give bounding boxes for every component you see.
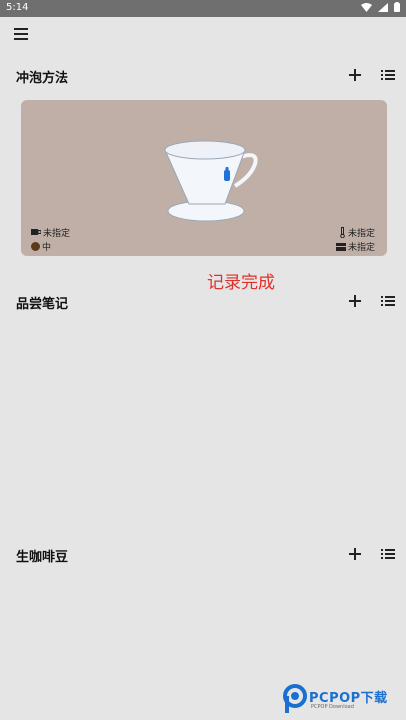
add-brew-method-plus-icon[interactable] [348,68,362,82]
green-beans-list-icon[interactable] [381,547,395,561]
cup-value: 未指定 [43,229,71,239]
battery-icon [394,2,400,12]
add-tasting-note-plus-icon[interactable] [348,294,362,308]
pcpop-logo [283,684,307,713]
coffee-cup-icon [31,228,41,235]
pcpop-watermark: PCPOP下载 PCPOP Download [282,684,402,716]
wifi-icon [361,2,372,12]
cup-meta: 未指定 [31,226,70,239]
hamburger-menu-icon[interactable] [14,28,28,42]
grind-value: 未指定 [347,243,375,253]
status-bar: 5:14 [0,0,406,17]
brew-method-card[interactable]: 未指定 中 未指定 未指定 [21,100,387,256]
pour-over-dripper-icon [164,140,258,222]
record-done-text: 记录完成 [207,273,275,293]
temperature-meta: 未指定 [339,226,375,239]
add-green-bean-plus-icon[interactable] [348,547,362,561]
watermark-sub: PCPOP Download [311,704,354,710]
tasting-notes-list-icon[interactable] [381,294,395,308]
section-title-green-beans: 生咖啡豆 [16,550,69,565]
status-time: 5:14 [6,2,29,13]
brew-method-list-icon[interactable] [381,68,395,82]
grind-meta: 未指定 [335,240,375,253]
thermometer-icon [340,227,345,238]
signal-icon [378,2,388,12]
section-title-brew-method: 冲泡方法 [16,71,69,86]
temperature-value: 未指定 [347,229,375,239]
roast-meta: 中 [31,240,51,253]
section-title-tasting-notes: 品尝笔记 [16,297,69,312]
coffee-bean-icon [31,242,40,251]
roast-value: 中 [42,243,52,253]
system-icons [361,2,400,12]
grinder-icon [335,242,346,251]
